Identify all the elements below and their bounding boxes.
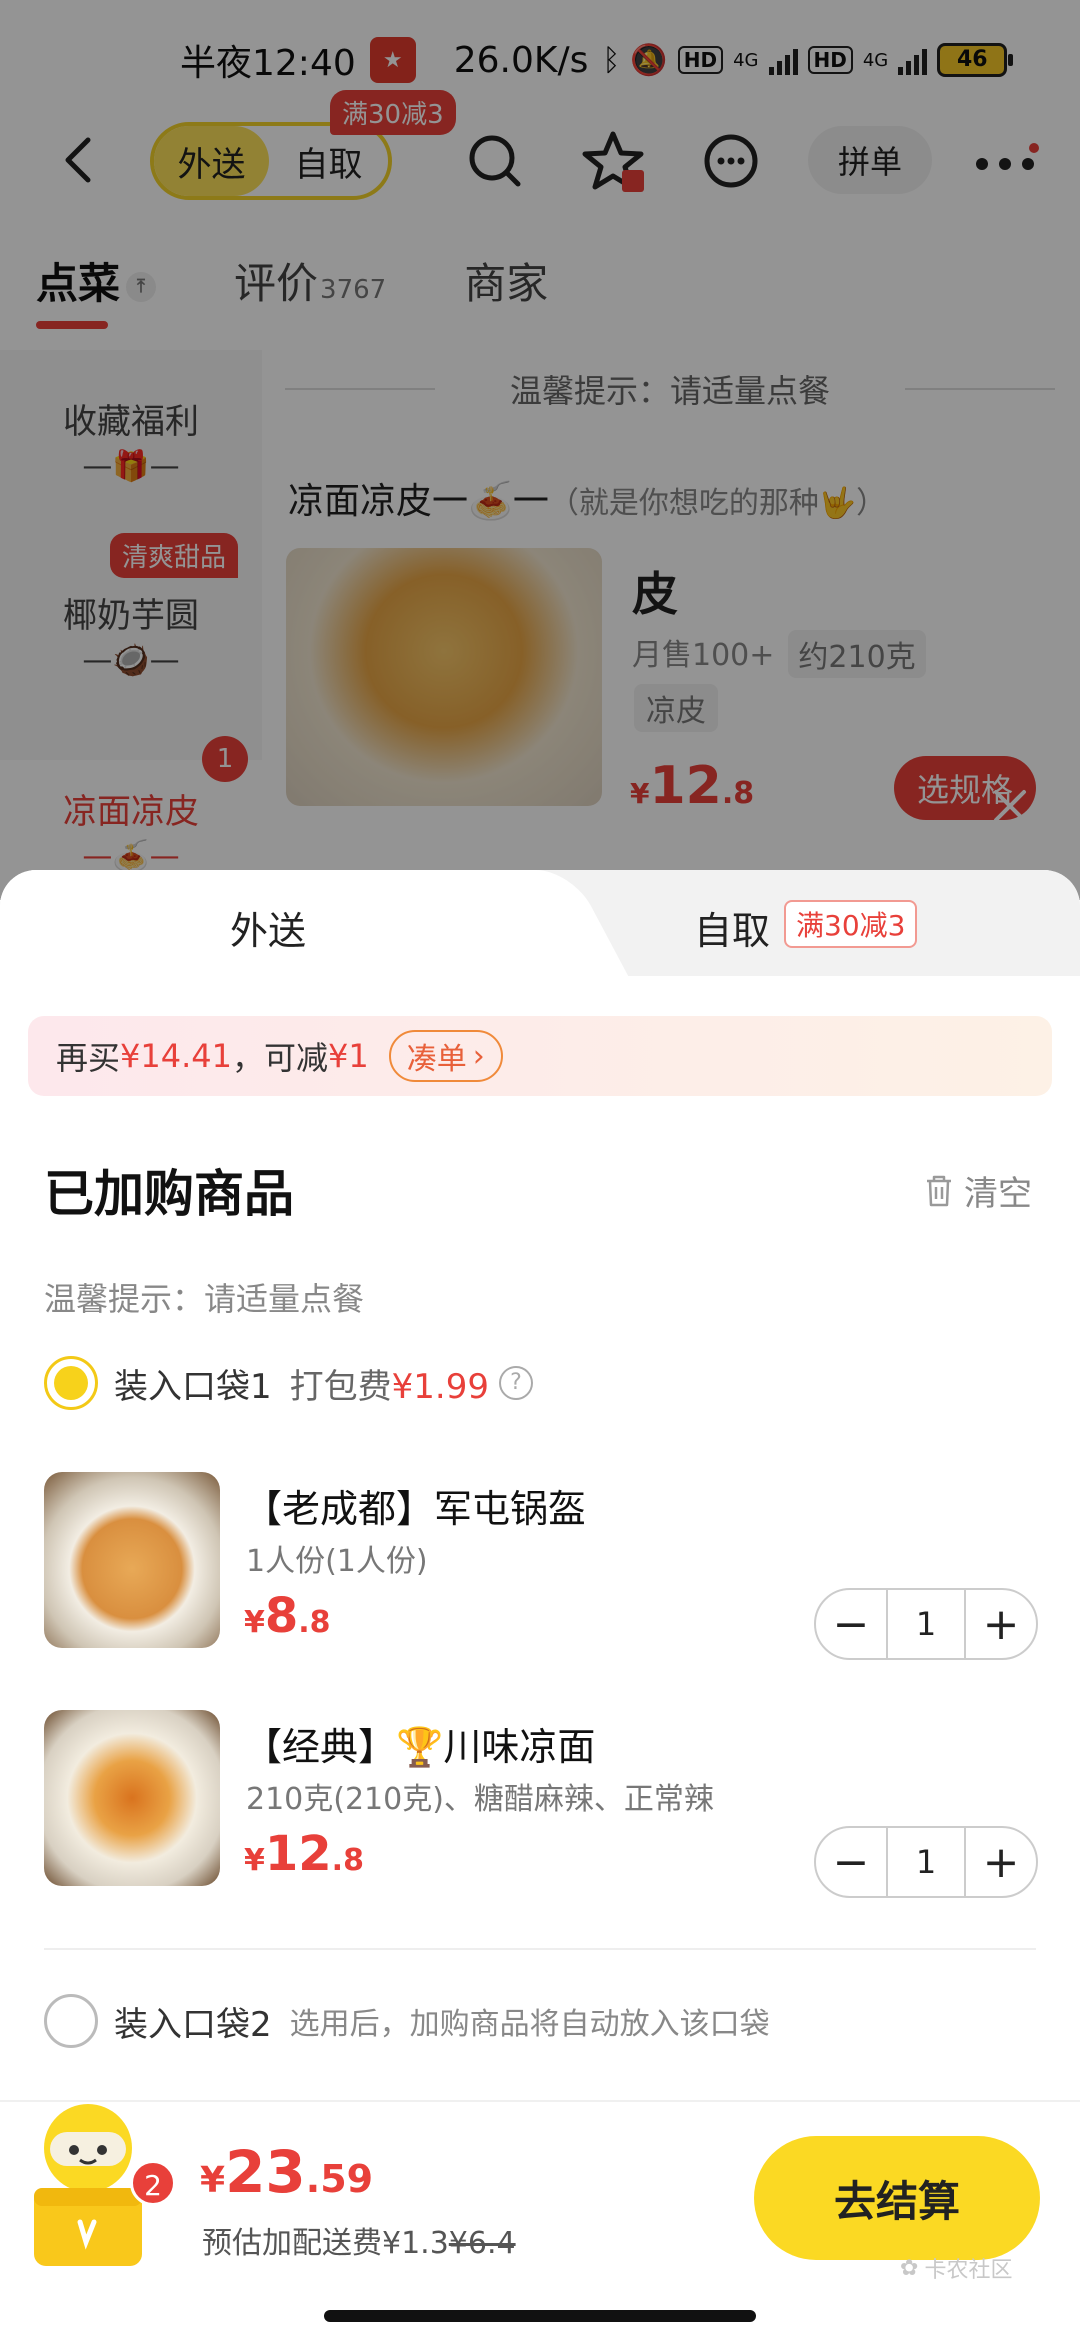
- delivery-original-fee: ¥6.4: [448, 2226, 516, 2261]
- watermark: ✿ 卡农社区: [900, 2255, 1013, 2284]
- item-image[interactable]: [44, 1472, 220, 1648]
- quantity-value[interactable]: 1: [886, 1828, 966, 1896]
- cart-item: 【老成都】军屯锅盔 1人份(1人份) ¥8.8 − 1 +: [44, 1472, 1044, 1660]
- pickup-promo-tag: 满30减3: [784, 900, 918, 948]
- help-icon[interactable]: ?: [498, 1366, 533, 1400]
- add-on-order-button[interactable]: 凑单 ›: [388, 1030, 503, 1082]
- home-indicator[interactable]: [324, 2310, 756, 2322]
- cart-item: 【经典】🏆川味凉面 210克(210克)、糖醋麻辣、正常辣 ¥12.8 − 1 …: [44, 1710, 1044, 1898]
- bag-2-note: 选用后，加购商品将自动放入该口袋: [289, 2007, 770, 2042]
- item-spec: 210克(210克)、糖醋麻辣、正常辣: [246, 1782, 714, 1817]
- bag-2-label: 装入口袋2: [114, 2004, 272, 2045]
- chevron-right-icon: ›: [472, 1038, 485, 1074]
- bag-2-radio[interactable]: [44, 1994, 98, 2048]
- trash-icon: [927, 1175, 951, 1206]
- item-image[interactable]: [44, 1710, 220, 1886]
- item-name: 【老成都】军屯锅盔: [244, 1487, 587, 1531]
- sheet-tab-delivery[interactable]: 外送: [230, 900, 306, 955]
- minus-icon[interactable]: −: [816, 1828, 886, 1896]
- delivery-fee: 预估加配送费¥1.3¥6.4: [202, 2226, 516, 2261]
- overlay-scrim[interactable]: [0, 0, 1080, 900]
- bag-2-row[interactable]: 装入口袋2 选用后，加购商品将自动放入该口袋: [44, 1994, 770, 2048]
- minus-icon[interactable]: −: [816, 1590, 886, 1658]
- plus-icon[interactable]: +: [966, 1590, 1036, 1658]
- bag-1-row[interactable]: 装入口袋1 打包费¥1.99 ?: [44, 1356, 533, 1410]
- item-spec: 1人份(1人份): [246, 1544, 428, 1579]
- watermark-logo-icon: ✿: [900, 2255, 919, 2281]
- checkout-button[interactable]: 去结算: [754, 2136, 1040, 2260]
- quantity-stepper: − 1 +: [814, 1588, 1038, 1660]
- divider: [44, 1948, 1036, 1950]
- bag-1-radio[interactable]: [44, 1356, 98, 1410]
- coupon-bar: 再买 ¥14.41 ，可减 ¥1 凑单 ›: [28, 1016, 1052, 1096]
- quantity-stepper: − 1 +: [814, 1826, 1038, 1898]
- item-price: ¥8.8: [244, 1588, 331, 1644]
- cart-title: 已加购商品: [44, 1165, 294, 1223]
- sheet-tabs: 外送 自取 满30减3: [0, 870, 1080, 976]
- item-price: ¥12.8: [244, 1826, 364, 1882]
- clear-cart-button[interactable]: 清空: [924, 1166, 1032, 1215]
- total-price: ¥23.59: [200, 2138, 374, 2206]
- plus-icon[interactable]: +: [966, 1828, 1036, 1896]
- item-name: 【经典】🏆川味凉面: [244, 1725, 596, 1769]
- bag-1-label: 装入口袋1: [114, 1366, 272, 1407]
- sheet-tab-pickup[interactable]: 自取: [694, 900, 770, 955]
- quantity-value[interactable]: 1: [886, 1590, 966, 1658]
- cart-tip: 温馨提示：请适量点餐: [44, 1280, 365, 1318]
- cart-count-badge: 2: [130, 2160, 176, 2206]
- packing-fee: 打包费¥1.99: [289, 1366, 489, 1407]
